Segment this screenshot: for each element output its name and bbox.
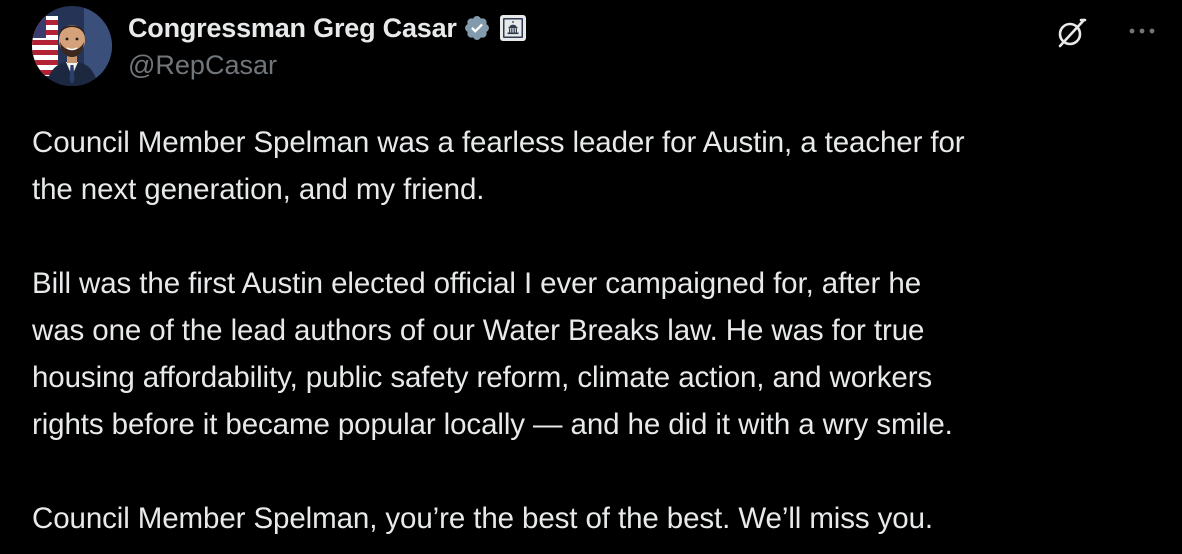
verified-check-icon[interactable] — [463, 14, 491, 42]
tweet-paragraph: Bill was the first Austin elected offici… — [32, 267, 953, 441]
display-name-row: Congressman Greg Casar — [128, 8, 527, 48]
display-name[interactable]: Congressman Greg Casar — [128, 13, 457, 44]
avatar-image — [32, 6, 112, 86]
tweet-text: Council Member Spelman was a fearless le… — [32, 119, 1162, 542]
more-horizontal-icon[interactable] — [1122, 16, 1162, 46]
tweet-paragraph: Council Member Spelman was a fearless le… — [32, 126, 965, 206]
handle[interactable]: @RepCasar — [128, 50, 527, 81]
grok-slash-icon[interactable] — [1054, 16, 1088, 50]
tweet-paragraph: Council Member Spelman, you’re the best … — [32, 502, 934, 535]
government-capitol-icon[interactable] — [499, 14, 527, 42]
avatar[interactable] — [32, 6, 112, 86]
tweet-header: Congressman Greg Casar @RepCasar — [32, 6, 1162, 88]
author-names: Congressman Greg Casar @RepCasar — [128, 8, 527, 81]
